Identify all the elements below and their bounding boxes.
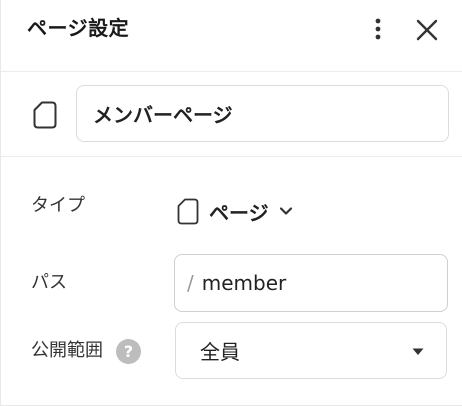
more-vertical-icon: [375, 18, 381, 40]
path-input[interactable]: / member: [174, 254, 448, 312]
more-options-button[interactable]: [363, 14, 393, 44]
page-type-dropdown[interactable]: ページ: [177, 196, 293, 226]
type-label: タイプ: [31, 195, 85, 216]
page-type-value: ページ: [209, 200, 269, 225]
chevron-down-icon: [279, 207, 292, 215]
caret-down-icon: [412, 348, 424, 355]
help-icon[interactable]: ?: [116, 339, 141, 364]
page-icon: [33, 101, 57, 129]
close-icon: [416, 19, 438, 41]
page-icon: [177, 198, 199, 224]
path-label: パス: [31, 272, 67, 293]
page-name-input[interactable]: メンバーページ: [76, 85, 449, 142]
panel-header: ページ設定: [1, 0, 462, 72]
page-settings-panel: ページ設定 メンバーページ タイプ ページ パス / member 公開範囲 ?…: [0, 0, 462, 406]
path-value: member: [201, 271, 287, 295]
close-button[interactable]: [411, 14, 443, 46]
visibility-label: 公開範囲: [31, 340, 103, 361]
page-name-value: メンバーページ: [93, 103, 233, 127]
panel-title: ページ設定: [27, 16, 130, 40]
visibility-select[interactable]: 全員: [175, 322, 447, 379]
path-prefix: /: [187, 271, 194, 295]
visibility-value: 全員: [200, 340, 240, 364]
